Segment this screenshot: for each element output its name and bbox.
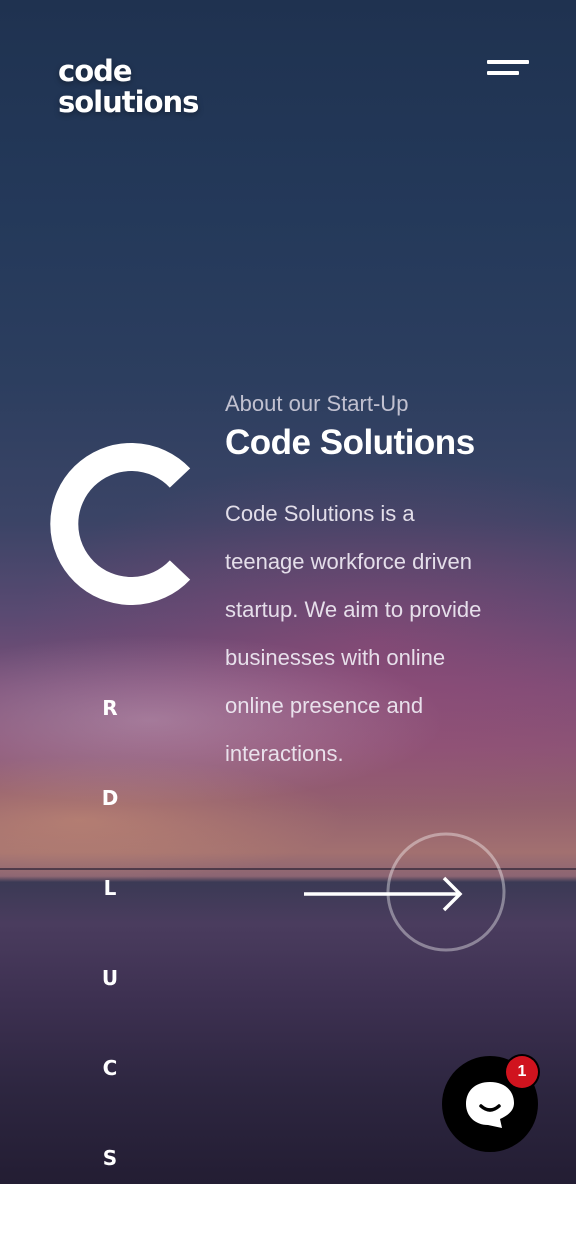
page-title: Code Solutions <box>225 423 475 462</box>
description-line: teenage workforce driven <box>225 549 473 574</box>
brand-logo[interactable]: code solutions <box>58 54 199 119</box>
logo-line-1: code <box>58 54 133 88</box>
hamburger-menu-icon <box>487 60 529 64</box>
side-letter[interactable]: L <box>98 876 122 966</box>
next-arrow-button[interactable] <box>300 832 510 954</box>
hamburger-menu-icon-bar <box>487 71 519 75</box>
logo-line-2: solutions <box>58 85 199 119</box>
description-line: businesses with online <box>225 645 446 670</box>
side-letter[interactable]: D <box>98 786 122 876</box>
side-letter[interactable]: S <box>98 1146 122 1236</box>
description-line: startup. We aim to provide <box>225 597 482 622</box>
side-letter-nav: R D L U C S <box>98 696 122 1236</box>
about-description: Code Solutions is a teenage workforce dr… <box>225 490 545 778</box>
side-letter[interactable]: C <box>98 1056 122 1146</box>
monogram-c <box>50 443 191 605</box>
side-letter[interactable]: R <box>98 696 122 786</box>
section-eyebrow: About our Start-Up <box>225 391 409 416</box>
side-letter[interactable]: U <box>98 966 122 1056</box>
description-line: online presence and <box>225 693 424 718</box>
description-line: interactions. <box>225 741 344 766</box>
notification-badge: 1 <box>506 1056 538 1088</box>
description-line: Code Solutions is a <box>225 501 415 526</box>
arrow-right-icon <box>304 876 463 912</box>
menu-button[interactable] <box>484 58 530 80</box>
